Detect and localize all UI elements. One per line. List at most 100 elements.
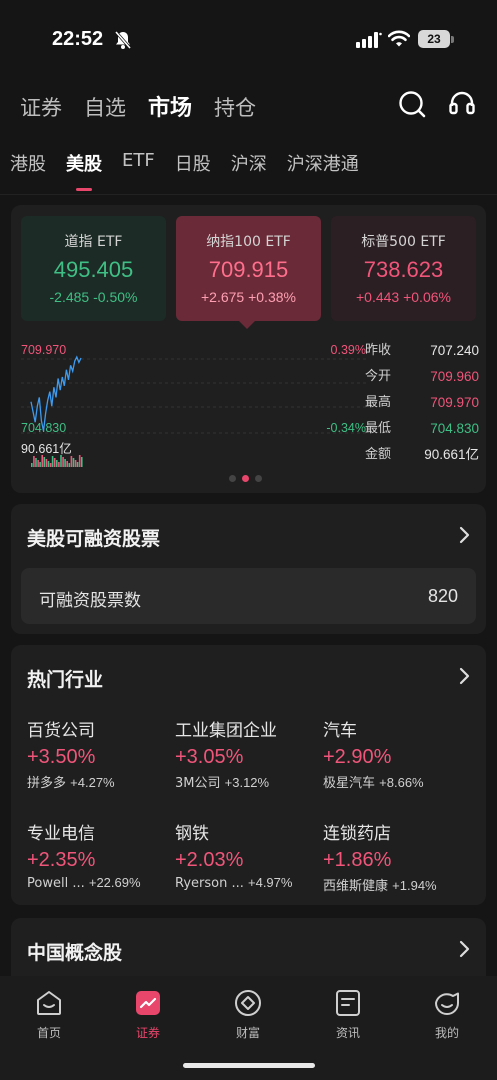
margin-count-label: 可融资股票数: [39, 591, 141, 611]
index-name: 道指 ETF: [64, 234, 123, 250]
volume-bar: [53, 458, 56, 467]
margin-count-value: 820: [427, 586, 458, 606]
wealth-icon: [218, 988, 278, 1018]
volume-bar: [37, 460, 39, 467]
index-card: 道指 ETF 495.405 -2.485 -0.50% 纳指100 ETF 7…: [11, 205, 486, 493]
nav-watchlist[interactable]: 自选: [84, 92, 126, 122]
tab-label: 我的: [434, 1026, 459, 1040]
carousel-dot: [255, 475, 262, 482]
carousel-dots: [229, 475, 268, 482]
nav-securities[interactable]: 证券: [20, 92, 62, 122]
top-nav: 证券 自选 市场 持仓: [20, 86, 278, 122]
industry-pct: +2.35%: [27, 849, 96, 871]
volume-bar: [33, 456, 35, 467]
nav-market[interactable]: 市场: [148, 90, 192, 122]
stat-value: 707.240: [430, 343, 479, 358]
leading-stock-pct: +8.66%: [379, 775, 424, 790]
index-tile-nasdaq[interactable]: 纳指100 ETF 709.915 +2.675 +0.38%: [176, 216, 321, 321]
index-value: 709.915: [208, 257, 289, 282]
margin-count-row[interactable]: 可融资股票数 820: [21, 568, 476, 624]
securities-icon: [118, 988, 178, 1018]
volume-bar: [81, 457, 83, 467]
market-tabs: 港股 美股 ETF 日股 沪深 沪深港通: [10, 150, 379, 194]
news-icon: [318, 988, 378, 1018]
industry-name: 百货公司: [27, 721, 95, 741]
stat-label: 今开: [365, 369, 392, 384]
index-name: 标普500 ETF: [361, 234, 446, 250]
industry-name: 专业电信: [27, 824, 95, 844]
tab-securities[interactable]: 证券: [118, 988, 178, 1041]
bell-muted-icon: [114, 30, 132, 54]
tab-jp[interactable]: 日股: [175, 150, 211, 194]
industry-item[interactable]: 专业电信 +2.35% Powell ... +22.69%: [27, 819, 177, 891]
tab-wealth[interactable]: 财富: [218, 988, 278, 1041]
volume-bar: [58, 462, 60, 467]
leading-stock: Powell ...: [27, 876, 85, 891]
industry-name: 汽车: [323, 721, 357, 741]
industry-item[interactable]: 工业集团企业 +3.05% 3M公司 +3.12%: [175, 716, 325, 791]
china-concept-card[interactable]: 中国概念股: [11, 918, 486, 978]
battery-tip: [451, 36, 454, 43]
index-tile-sp500[interactable]: 标普500 ETF 738.623 +0.443 +0.06%: [331, 216, 476, 321]
industry-item[interactable]: 百货公司 +3.50% 拼多多 +4.27%: [27, 716, 177, 791]
chevron-right-icon[interactable]: [458, 526, 470, 548]
stat-row: 昨收 707.240: [365, 341, 479, 367]
volume-bar: [72, 458, 75, 467]
stat-label: 昨收: [365, 343, 392, 358]
volume-bar: [66, 461, 68, 467]
stat-row: 最低 704.830: [365, 419, 479, 445]
margin-stocks-card[interactable]: 美股可融资股票 可融资股票数 820: [11, 504, 486, 634]
leading-stock: 西维斯健康: [323, 879, 389, 894]
carousel-dot-active: [242, 475, 249, 482]
tab-label: 资讯: [335, 1026, 360, 1040]
battery-icon: 23: [418, 30, 450, 48]
volume-bar: [49, 463, 52, 467]
chevron-right-icon[interactable]: [458, 940, 470, 962]
industry-item[interactable]: 连锁药店 +1.86% 西维斯健康 +1.94%: [323, 819, 473, 894]
stat-value: 709.960: [430, 369, 479, 384]
stat-row: 最高 709.970: [365, 393, 479, 419]
industry-pct: +2.90%: [323, 746, 392, 768]
tab-us[interactable]: 美股: [66, 150, 102, 194]
tab-label: 证券: [135, 1026, 160, 1040]
customer-service-icon[interactable]: [448, 90, 476, 122]
tab-news[interactable]: 资讯: [318, 988, 378, 1041]
wifi-icon: [387, 30, 411, 52]
index-tile-dow[interactable]: 道指 ETF 495.405 -2.485 -0.50%: [21, 216, 166, 321]
chart-low-label: 704.830: [21, 421, 67, 435]
industry-pct: +2.03%: [175, 849, 244, 871]
tab-connect[interactable]: 沪深港通: [287, 150, 359, 194]
tab-a-share[interactable]: 沪深: [231, 150, 267, 194]
index-change: +2.675 +0.38%: [201, 289, 296, 305]
tab-home[interactable]: 首页: [19, 988, 79, 1041]
volume-bar: [39, 462, 41, 467]
volume-bar: [45, 459, 48, 467]
leading-stock: 极星汽车: [323, 776, 376, 791]
index-value: 738.623: [363, 257, 444, 282]
trend-line: [30, 355, 82, 432]
volume-bar: [43, 457, 46, 467]
home-indicator: [183, 1063, 315, 1068]
tab-profile[interactable]: 我的: [417, 988, 477, 1041]
chart-pct-high: 0.39%: [330, 343, 366, 357]
index-name: 纳指100 ETF: [206, 234, 291, 250]
profile-icon: [417, 988, 477, 1018]
volume-bar: [62, 457, 64, 467]
stat-label: 最低: [365, 421, 392, 436]
intraday-chart[interactable]: 709.970 704.830 90.661亿 0.39% -0.34%: [21, 343, 366, 468]
industry-pct: +1.86%: [323, 849, 392, 871]
tab-etf[interactable]: ETF: [122, 150, 155, 194]
leading-stock-pct: +22.69%: [88, 875, 141, 890]
volume-bar: [47, 461, 50, 467]
index-change: -2.485 -0.50%: [49, 289, 138, 305]
stat-label: 最高: [365, 395, 392, 410]
stat-row: 今开 709.960: [365, 367, 479, 393]
nav-holdings[interactable]: 持仓: [214, 92, 256, 122]
index-stats: 昨收 707.240 今开 709.960 最高 709.970 最低 704.830 …: [365, 341, 479, 471]
industry-item[interactable]: 钢铁 +2.03% Ryerson ... +4.97%: [175, 819, 325, 891]
carousel-dot: [229, 475, 236, 482]
industry-item[interactable]: 汽车 +2.90% 极星汽车 +8.66%: [323, 716, 473, 791]
tab-hk[interactable]: 港股: [10, 150, 46, 194]
search-icon[interactable]: [398, 90, 426, 122]
chevron-right-icon[interactable]: [458, 667, 470, 689]
